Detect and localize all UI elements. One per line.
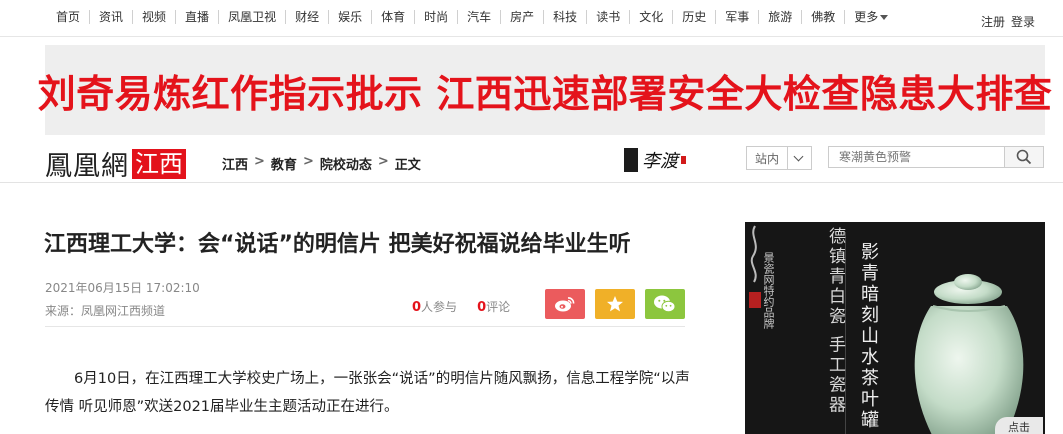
nav-item[interactable]: 财经 (285, 10, 328, 24)
nav-item[interactable]: 佛教 (801, 10, 844, 24)
nav-item[interactable]: 汽车 (457, 10, 500, 24)
nav-item[interactable]: 娱乐 (328, 10, 371, 24)
participants-count: 0 (412, 300, 422, 315)
nav-more-label: 更多 (854, 10, 879, 24)
article-date: 2021年06月15日 17:02:10 (45, 281, 200, 295)
search-scope-select[interactable]: 站内 (746, 146, 812, 170)
nav-item[interactable]: 时尚 (414, 10, 457, 24)
sponsor-logo[interactable]: 李渡 (624, 147, 686, 173)
banner-text: 刘奇易炼红作指示批示 江西迅速部署安全大检查隐患大排查 (37, 71, 1053, 116)
sponsor-stamp-icon (681, 156, 686, 164)
channel-nav: 首页 资讯 视频 直播 凤凰卫视 财经 娱乐 体育 时尚 汽车 房产 科技 读书 文化 历史 军事 旅游 佛教 更多 (47, 10, 897, 24)
sponsor-name: 李渡 (642, 151, 678, 172)
nav-item[interactable]: 历史 (672, 10, 715, 24)
nav-item[interactable]: 旅游 (758, 10, 801, 24)
search-button[interactable] (1004, 146, 1044, 168)
wechat-icon (654, 295, 676, 313)
participants-label: 人参与 (421, 300, 458, 314)
nav-item[interactable]: 直播 (175, 10, 218, 24)
star-icon (607, 296, 623, 312)
nav-item[interactable]: 凤凰卫视 (218, 10, 285, 24)
ad-caption-secondary: 德镇青白瓷 手工瓷器 (825, 227, 845, 416)
comments-link[interactable]: 0评论 (477, 298, 510, 315)
nav-item[interactable]: 首页 (47, 10, 89, 24)
top-navigation: 首页 资讯 视频 直播 凤凰卫视 财经 娱乐 体育 时尚 汽车 房产 科技 读书 文化 历史 军事 旅游 佛教 更多… (0, 0, 1063, 37)
weibo-icon (555, 297, 575, 312)
nav-item[interactable]: 读书 (586, 10, 629, 24)
nav-item[interactable]: 军事 (715, 10, 758, 24)
login-link[interactable]: 登录 (1011, 13, 1035, 30)
search-scope-value: 站内 (755, 151, 780, 166)
select-divider (787, 147, 788, 169)
logo-region-tag: 江西 (132, 148, 186, 179)
nav-item[interactable]: 视频 (132, 10, 175, 24)
site-header: 鳳凰網 江西 江西 > 教育 > 院校动态 > 正文 李渡 站内 (0, 140, 1063, 183)
nav-item[interactable]: 科技 (543, 10, 586, 24)
breadcrumb-current: 正文 (394, 158, 421, 173)
ceramic-jar-image (914, 274, 1024, 434)
search-icon (1016, 149, 1032, 165)
nav-item[interactable]: 体育 (371, 10, 414, 24)
caret-down-icon (880, 14, 889, 20)
participants-link[interactable]: 0人参与 (412, 298, 457, 315)
register-link[interactable]: 注册 (981, 13, 1005, 30)
account-links: 注册 登录 (981, 13, 1035, 30)
nav-item[interactable]: 资讯 (89, 10, 132, 24)
ad-click-button[interactable]: 点击 (995, 417, 1043, 434)
site-logo[interactable]: 鳳凰網 江西 (45, 144, 186, 183)
comments-count: 0 (477, 300, 487, 315)
breadcrumb-education[interactable]: 教育 (271, 154, 297, 173)
article-title: 江西理工大学：会“说话”的明信片 把美好祝福说给毕业生听 (44, 232, 631, 257)
breadcrumb-separator: > (254, 154, 265, 169)
article-stats: 0人参与 0评论 (412, 298, 510, 315)
sponsor-seal-icon (624, 148, 638, 172)
logo-text: 鳳凰網 (45, 151, 129, 182)
chevron-down-icon (793, 151, 804, 161)
breadcrumb-separator: > (377, 154, 389, 169)
sidebar-ad[interactable]: 景瓷网特约品牌 德镇青白瓷 手工瓷器 影青暗刻山水茶叶罐 点击 (745, 222, 1045, 434)
ad-brand-text: 景瓷网特约品牌 (762, 252, 775, 329)
ad-caption-primary: 影青暗刻山水茶叶罐 (858, 242, 879, 431)
search-input[interactable] (828, 146, 1004, 168)
share-wechat-button[interactable] (645, 289, 685, 319)
nav-item[interactable]: 房产 (500, 10, 543, 24)
share-weibo-button[interactable] (545, 289, 585, 319)
nav-more-button[interactable]: 更多 (844, 10, 897, 24)
breadcrumb-jiangxi[interactable]: 江西 (222, 154, 248, 173)
nav-item[interactable]: 文化 (629, 10, 672, 24)
breadcrumb: 江西 > 教育 > 院校动态 > 正文 (222, 154, 421, 173)
comments-label: 评论 (486, 300, 511, 314)
breadcrumb-separator: > (302, 154, 314, 169)
article-paragraph: 6月10日，在江西理工大学校史广场上，一张张会“说话”的明信片随风飘扬，信息工程… (45, 371, 690, 415)
article-source: 来源：凤凰网江西频道 (45, 304, 166, 318)
meta-divider (45, 326, 685, 327)
headline-banner[interactable]: 刘奇易炼红作指示批示 江西迅速部署安全大检查隐患大排查 (38, 45, 1052, 135)
favorite-button[interactable] (595, 289, 635, 319)
breadcrumb-college-news[interactable]: 院校动态 (320, 154, 372, 173)
